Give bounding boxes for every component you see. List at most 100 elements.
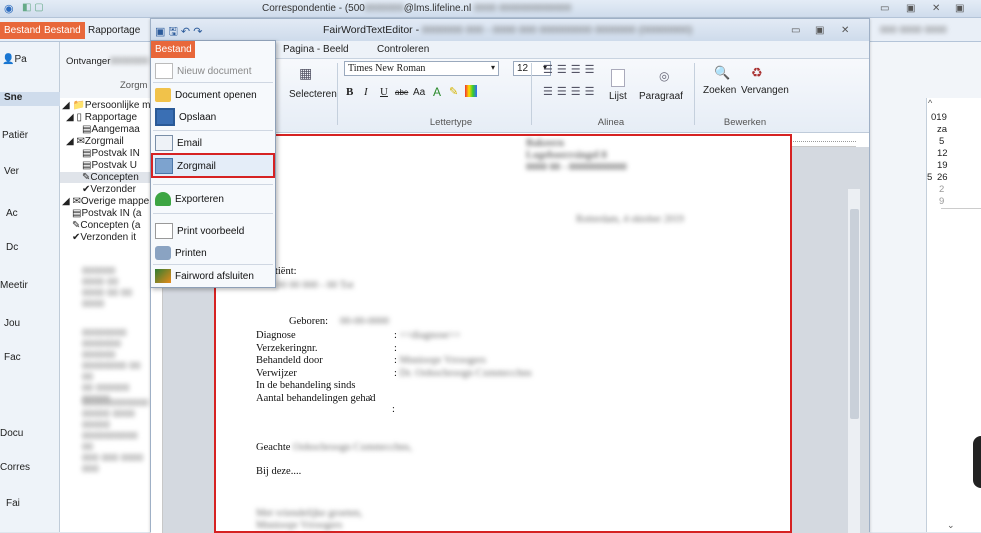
align-buttons[interactable]: ☰☰☰☰ bbox=[543, 85, 598, 98]
tree-item[interactable]: ◢ ✉Zorgmail bbox=[66, 136, 124, 147]
calendar-day[interactable]: 19 bbox=[937, 160, 948, 171]
calendar-day[interactable]: 12 bbox=[937, 148, 948, 159]
restore-icon[interactable]: ▣ bbox=[906, 3, 915, 14]
colon-behandeling: : bbox=[369, 392, 372, 403]
group-bewerken-label: Bewerken bbox=[723, 117, 767, 128]
tree-item[interactable]: ◢ ✉Overige mappe bbox=[62, 196, 149, 207]
zorgmail-icon bbox=[155, 158, 173, 174]
search-icon[interactable]: 🔍 bbox=[714, 65, 730, 81]
font-color-icon[interactable]: A bbox=[433, 85, 441, 99]
sidebar-correspondentie[interactable]: Corres bbox=[0, 462, 30, 473]
sne-tab[interactable]: Sne bbox=[0, 92, 60, 106]
calendar-day[interactable]: 9 bbox=[939, 196, 944, 207]
menu-item-printen[interactable]: Printen bbox=[151, 242, 275, 264]
menu-controleren[interactable]: Controleren bbox=[377, 44, 429, 55]
close-icon[interactable]: ✕ bbox=[932, 3, 940, 14]
new-document-icon bbox=[155, 63, 173, 79]
list-buttons[interactable]: ☰☰☰☰ bbox=[543, 63, 598, 76]
scroll-up-icon[interactable]: ^ bbox=[928, 98, 932, 108]
tree-item[interactable]: ✔Verzonden it bbox=[72, 232, 136, 243]
save-icon[interactable]: 🖫 bbox=[168, 26, 177, 38]
tree-item[interactable]: ✎Concepten bbox=[60, 172, 152, 183]
italic-button[interactable]: I bbox=[364, 86, 368, 98]
editor-close-icon[interactable]: ✕ bbox=[841, 25, 849, 36]
calendar-day[interactable]: 5 bbox=[939, 136, 944, 147]
window-icon[interactable]: ▣ bbox=[155, 26, 165, 38]
minimize-icon[interactable]: ▭ bbox=[880, 3, 889, 14]
color-palette-icon[interactable] bbox=[465, 85, 477, 97]
menu-item-email[interactable]: Email bbox=[151, 132, 275, 154]
sidebar-patienten[interactable]: Patiër bbox=[2, 130, 28, 141]
person-icon: 👤 bbox=[2, 54, 15, 65]
change-case-button[interactable]: Aa bbox=[413, 87, 425, 98]
ontvanger-label: Ontvanger bbox=[66, 56, 111, 67]
menu-separator bbox=[153, 82, 273, 83]
quick-access-icon[interactable]: ◧ ▢ bbox=[22, 2, 44, 13]
tree-item[interactable]: ▤Postvak IN bbox=[82, 148, 140, 159]
pa-label[interactable]: 👤Pa bbox=[2, 54, 27, 65]
sidebar-documenten[interactable]: Docu bbox=[0, 428, 23, 439]
menu-separator bbox=[153, 184, 273, 185]
strikethrough-button[interactable]: abe bbox=[395, 88, 408, 97]
menu-item-document-openen[interactable]: Document openen bbox=[151, 84, 275, 106]
calendar-day[interactable]: 2 bbox=[939, 184, 944, 195]
select-icon[interactable]: ▦ bbox=[299, 65, 312, 82]
calendar-row-prefix: 5 bbox=[927, 172, 933, 183]
sidebar-dc[interactable]: Dc bbox=[6, 242, 18, 253]
highlight-icon[interactable]: ✎ bbox=[449, 85, 458, 98]
sidebar-ac[interactable]: Ac bbox=[6, 208, 18, 219]
sidebar-journaal[interactable]: Jou bbox=[4, 318, 20, 329]
exit-icon bbox=[155, 269, 171, 283]
paragraaf-button[interactable]: Paragraaf bbox=[639, 91, 683, 102]
list-icon[interactable] bbox=[611, 69, 625, 87]
zoeken-button[interactable]: Zoeken bbox=[703, 85, 736, 96]
ontvanger-area: Ontvanger 0000000 Zorgm bbox=[60, 54, 152, 91]
field-labels: Diagnose Verzekeringnr. Behandeld door V… bbox=[256, 330, 376, 405]
tree-item[interactable]: ▤Aangemaa bbox=[82, 124, 140, 135]
vervangen-button[interactable]: Vervangen bbox=[741, 85, 789, 96]
blurred-details: 000000 0000 00 0000 00 00 0000 bbox=[82, 266, 133, 310]
undo-icon[interactable]: ↶ bbox=[181, 26, 190, 38]
menu-item-print-voorbeeld[interactable]: Print voorbeeld bbox=[151, 220, 275, 242]
menu-item-exporteren[interactable]: Exporteren bbox=[151, 188, 275, 210]
menu-item-nieuw-document[interactable]: Nieuw document bbox=[151, 60, 275, 82]
tree-item[interactable]: ▤Postvak U bbox=[82, 160, 137, 171]
document-page[interactable]: Bakeern Logeboerrsingel 8 0000 00 - 000000… bbox=[214, 134, 792, 533]
underline-button[interactable]: U bbox=[380, 86, 388, 98]
paragraph-icon[interactable]: ◎ bbox=[659, 69, 669, 83]
field-diagnose: Diagnose bbox=[256, 330, 296, 341]
tree-item[interactable]: ✔Verzonder bbox=[82, 184, 136, 195]
sidebar-facturen[interactable]: Fac bbox=[4, 352, 21, 363]
editor-title: FairWordTextEditor - 0000000 000 - 0000 … bbox=[323, 24, 693, 36]
editor-minimize-icon[interactable]: ▭ bbox=[791, 25, 800, 36]
bold-button[interactable]: B bbox=[346, 86, 353, 98]
field-colons: : <<diagnose>> : : Mnnioopr Vrroogers : … bbox=[394, 330, 532, 379]
sidebar-fai[interactable]: Fai bbox=[6, 498, 20, 509]
calendar-day[interactable]: 26 bbox=[937, 172, 948, 183]
menu-item-zorgmail[interactable]: Zorgmail bbox=[151, 155, 275, 177]
redo-icon[interactable]: ↷ bbox=[193, 26, 202, 38]
tree-item[interactable]: ◢ ▯ Rapportage bbox=[66, 112, 137, 123]
bestand-tab-active[interactable]: Bestand bbox=[151, 41, 195, 58]
outer-tab-bestand-2[interactable]: Bestand bbox=[40, 22, 85, 39]
tree-item[interactable]: ▤Postvak IN (a bbox=[72, 208, 141, 219]
menu-item-fairword-afsluiten[interactable]: Fairword afsluiten bbox=[151, 265, 275, 287]
replace-icon[interactable]: ♻ bbox=[751, 65, 763, 81]
font-family-select[interactable]: Times New Roman ▾ bbox=[344, 61, 499, 76]
scroll-down-icon[interactable]: ⌄ bbox=[947, 520, 955, 531]
outer-tab-rapportage[interactable]: Rapportage bbox=[88, 25, 140, 36]
lijst-button[interactable]: Lijst bbox=[609, 91, 627, 102]
editor-restore-icon[interactable]: ▣ bbox=[815, 25, 824, 36]
menu-pagina-beeld[interactable]: Pagina - Beeld bbox=[283, 44, 349, 55]
select-button[interactable]: Selecteren bbox=[289, 89, 337, 100]
extra-window-icon[interactable]: ▣ bbox=[955, 3, 964, 14]
sidebar-ver[interactable]: Ver bbox=[4, 166, 19, 177]
scrollbar-thumb[interactable] bbox=[850, 209, 859, 419]
outer-titlebar: ◉ ◧ ▢ Correspondentie - (5000000000@lms.… bbox=[0, 0, 981, 18]
menu-separator bbox=[153, 213, 273, 214]
sidebar-meeting[interactable]: Meetir bbox=[0, 280, 28, 291]
menu-item-opslaan[interactable]: Opslaan bbox=[151, 106, 275, 128]
outer-tab-bestand[interactable]: Bestand bbox=[0, 22, 45, 39]
tree-item[interactable]: ◢ 📁Persoonlijke ma bbox=[62, 100, 156, 111]
tree-item[interactable]: ✎Concepten (a bbox=[72, 220, 140, 231]
